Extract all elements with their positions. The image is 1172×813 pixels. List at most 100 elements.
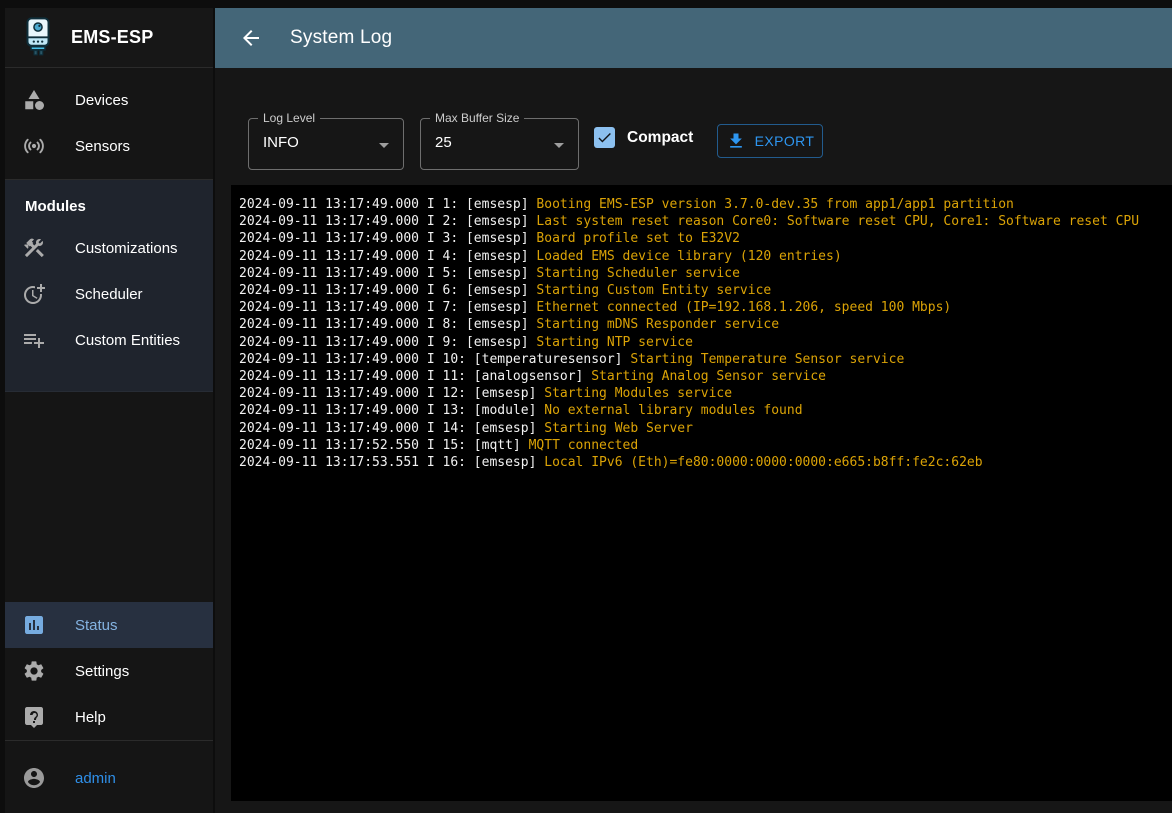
compact-toggle[interactable]: Compact (594, 127, 693, 148)
topbar: System Log (215, 8, 1172, 68)
log-level-select[interactable]: Log Level INFO (248, 118, 404, 170)
log-level-value: INFO (263, 134, 299, 151)
sidebar-modules-section: Modules Customizations Scheduler Custom En… (5, 180, 213, 392)
log-line: 2024-09-11 13:17:49.000 I 12: [emsesp] S… (239, 385, 1172, 402)
sidebar-item-custom-entities[interactable]: Custom Entities (5, 317, 213, 363)
gear-icon (22, 659, 46, 683)
sidebar-item-label: Customizations (75, 240, 178, 257)
log-line-message: Starting Temperature Sensor service (630, 352, 904, 367)
export-button[interactable]: EXPORT (717, 124, 823, 158)
sidebar-item-sensors[interactable]: Sensors (5, 123, 213, 169)
assessment-icon (22, 613, 46, 637)
log-line-prefix: 2024-09-11 13:17:49.000 I 7: [emsesp] (239, 300, 536, 315)
log-line-message: Starting mDNS Responder service (536, 317, 779, 332)
download-icon (726, 131, 746, 151)
log-line-message: No external library modules found (544, 403, 802, 418)
log-line-prefix: 2024-09-11 13:17:52.550 I 15: [mqtt] (239, 438, 529, 453)
log-line-message: Starting Analog Sensor service (591, 369, 826, 384)
log-line-prefix: 2024-09-11 13:17:49.000 I 3: [emsesp] (239, 231, 536, 246)
log-line: 2024-09-11 13:17:49.000 I 9: [emsesp] St… (239, 334, 1172, 351)
dropdown-arrow-icon (372, 133, 396, 157)
log-line-prefix: 2024-09-11 13:17:49.000 I 11: [analogsen… (239, 369, 591, 384)
log-line-message: Starting Custom Entity service (536, 283, 771, 298)
sidebar-item-devices[interactable]: Devices (5, 77, 213, 123)
export-button-label: EXPORT (755, 133, 815, 149)
arrow-back-icon (239, 26, 263, 50)
compact-checkbox[interactable] (594, 127, 615, 148)
log-console[interactable]: 2024-09-11 13:17:49.000 I 1: [emsesp] Bo… (231, 185, 1172, 801)
log-line-message: Booting EMS-ESP version 3.7.0-dev.35 fro… (536, 197, 1013, 212)
category-icon (22, 88, 46, 112)
sidebar-item-status[interactable]: Status (5, 602, 213, 648)
main-content: Log Level INFO Max Buffer Size 25 Compac… (215, 68, 1172, 813)
back-button[interactable] (239, 26, 263, 50)
sidebar: EMS-ESP Devices Sensors Modules Customiza… (5, 8, 213, 813)
log-line-message: Board profile set to E32V2 (536, 231, 740, 246)
log-line-message: Starting Modules service (544, 386, 732, 401)
log-line-message: Starting Scheduler service (536, 266, 740, 281)
log-line: 2024-09-11 13:17:49.000 I 2: [emsesp] La… (239, 213, 1172, 230)
log-line-prefix: 2024-09-11 13:17:49.000 I 10: [temperatu… (239, 352, 630, 367)
modules-section-header: Modules (5, 184, 213, 225)
log-line: 2024-09-11 13:17:52.550 I 15: [mqtt] MQT… (239, 437, 1172, 454)
log-line-prefix: 2024-09-11 13:17:49.000 I 2: [emsesp] (239, 214, 536, 229)
max-buffer-size-label: Max Buffer Size (430, 111, 524, 125)
more-time-icon (22, 282, 46, 306)
log-line-prefix: 2024-09-11 13:17:49.000 I 8: [emsesp] (239, 317, 536, 332)
check-icon (596, 129, 613, 146)
log-line-prefix: 2024-09-11 13:17:49.000 I 14: [emsesp] (239, 421, 544, 436)
log-line-prefix: 2024-09-11 13:17:49.000 I 13: [module] (239, 403, 544, 418)
log-line: 2024-09-11 13:17:49.000 I 3: [emsesp] Bo… (239, 230, 1172, 247)
log-line: 2024-09-11 13:17:49.000 I 13: [module] N… (239, 402, 1172, 419)
page-title: System Log (290, 27, 392, 49)
log-line: 2024-09-11 13:17:49.000 I 7: [emsesp] Et… (239, 299, 1172, 316)
sidebar-item-label: Status (75, 617, 118, 634)
sidebar-item-label: Sensors (75, 138, 130, 155)
app-title: EMS-ESP (71, 27, 153, 48)
live-help-icon (22, 705, 46, 729)
sidebar-item-scheduler[interactable]: Scheduler (5, 271, 213, 317)
log-line-message: Ethernet connected (IP=192.168.1.206, sp… (536, 300, 951, 315)
sidebar-item-help[interactable]: Help (5, 694, 213, 740)
log-line: 2024-09-11 13:17:49.000 I 14: [emsesp] S… (239, 420, 1172, 437)
log-line-message: Starting NTP service (536, 335, 693, 350)
sidebar-item-settings[interactable]: Settings (5, 648, 213, 694)
compact-label: Compact (627, 129, 693, 147)
log-line-message: Last system reset reason Core0: Software… (536, 214, 1139, 229)
sidebar-item-customizations[interactable]: Customizations (5, 225, 213, 271)
log-line-prefix: 2024-09-11 13:17:49.000 I 4: [emsesp] (239, 249, 536, 264)
sidebar-item-admin[interactable]: admin (5, 755, 213, 801)
sidebar-bottom-nav: Status Settings Help (5, 602, 213, 740)
account-circle-icon (22, 766, 46, 790)
sidebar-spacer (5, 392, 213, 602)
log-line-message: Starting Web Server (544, 421, 693, 436)
sidebar-item-label: Devices (75, 92, 128, 109)
log-line: 2024-09-11 13:17:49.000 I 4: [emsesp] Lo… (239, 248, 1172, 265)
log-line-prefix: 2024-09-11 13:17:49.000 I 5: [emsesp] (239, 266, 536, 281)
log-line-prefix: 2024-09-11 13:17:49.000 I 1: [emsesp] (239, 197, 536, 212)
max-buffer-size-value: 25 (435, 134, 452, 151)
max-buffer-size-select[interactable]: Max Buffer Size 25 (420, 118, 579, 170)
log-line-message: Local IPv6 (Eth)=fe80:0000:0000:0000:e66… (544, 455, 982, 470)
ems-esp-app: EMS-ESP Devices Sensors Modules Customiza… (0, 0, 1172, 813)
log-level-label: Log Level (258, 111, 320, 125)
sidebar-item-label: Settings (75, 663, 129, 680)
log-line-prefix: 2024-09-11 13:17:49.000 I 9: [emsesp] (239, 335, 536, 350)
sidebar-item-label: Custom Entities (75, 332, 180, 349)
dropdown-arrow-icon (547, 133, 571, 157)
sidebar-primary-nav: Devices Sensors (5, 68, 213, 180)
log-line: 2024-09-11 13:17:53.551 I 16: [emsesp] L… (239, 454, 1172, 471)
log-line: 2024-09-11 13:17:49.000 I 6: [emsesp] St… (239, 282, 1172, 299)
username-label: admin (75, 770, 116, 787)
sidebar-user-section: admin (5, 740, 213, 813)
log-line: 2024-09-11 13:17:49.000 I 8: [emsesp] St… (239, 316, 1172, 333)
log-line: 2024-09-11 13:17:49.000 I 5: [emsesp] St… (239, 265, 1172, 282)
ems-esp-boiler-logo-icon (21, 17, 55, 59)
sidebar-modules-nav: Customizations Scheduler Custom Entities (5, 225, 213, 363)
sidebar-item-label: Scheduler (75, 286, 143, 303)
log-line-prefix: 2024-09-11 13:17:53.551 I 16: [emsesp] (239, 455, 544, 470)
log-line-prefix: 2024-09-11 13:17:49.000 I 6: [emsesp] (239, 283, 536, 298)
playlist-add-icon (22, 328, 46, 352)
log-line-message: Loaded EMS device library (120 entries) (536, 249, 841, 264)
sidebar-item-label: Help (75, 709, 106, 726)
